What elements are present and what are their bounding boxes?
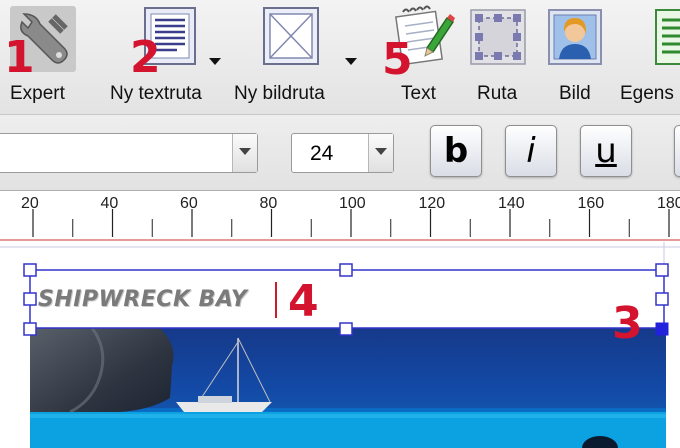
ruler-tick-label: 160 <box>578 195 605 212</box>
textbox-content[interactable]: SHIPWRECK BAY <box>38 287 247 312</box>
document-page[interactable]: SHIPWRECK BAY 4 3 <box>0 242 680 448</box>
ruler-tick-label: 180 <box>657 195 680 212</box>
new-imagebox-label: Ny bildruta <box>234 83 325 104</box>
text-tool-label: Text <box>401 83 436 104</box>
callout-number-2: 2 <box>130 32 161 83</box>
callout-number-1: 1 <box>4 32 35 83</box>
new-imagebox-dropdown-arrow[interactable] <box>345 58 357 65</box>
expert-label: Expert <box>10 83 65 104</box>
italic-button[interactable]: i <box>505 125 557 177</box>
ruler-tick-label: 120 <box>419 195 446 212</box>
format-bar: 24 b i u <box>0 114 680 191</box>
callout-number-4: 4 <box>288 276 319 327</box>
ruler-tick-label: 80 <box>260 195 278 212</box>
new-textbox-dropdown-arrow[interactable] <box>209 58 221 65</box>
chevron-down-icon[interactable] <box>368 134 393 172</box>
ruler-tick-label: 20 <box>21 195 39 212</box>
new-textbox-label: Ny textruta <box>110 83 202 104</box>
underline-button[interactable]: u <box>580 125 632 177</box>
properties-label: Egens <box>620 83 674 104</box>
shipwreck-bay-photo[interactable] <box>30 327 666 448</box>
image-tool-button[interactable]: Bild <box>543 0 608 110</box>
bold-button[interactable]: b <box>430 125 482 177</box>
new-textbox-button[interactable]: Ny textruta <box>105 0 235 110</box>
person-picture-icon <box>547 8 603 66</box>
box-tool-button[interactable]: Ruta <box>465 0 535 110</box>
font-size-value: 24 <box>310 142 334 165</box>
properties-list-icon <box>654 8 680 66</box>
next-format-button[interactable] <box>674 125 680 177</box>
new-imagebox-button[interactable]: Ny bildruta <box>232 0 362 110</box>
ruler-bottom-line <box>0 239 680 241</box>
font-family-select[interactable] <box>0 133 258 173</box>
font-size-select[interactable]: 24 <box>291 133 394 173</box>
horizontal-ruler: 20 40 60 80 100 120 140 160 180 <box>0 190 680 243</box>
callout-number-3: 3 <box>612 298 643 349</box>
ruler-tick-label: 100 <box>339 195 366 212</box>
callout-number-5: 5 <box>382 34 413 85</box>
ruler-tick-label: 140 <box>498 195 525 212</box>
ruler-tick-label: 60 <box>180 195 198 212</box>
main-toolbar: Expert 1 Ny textruta 2 Ny bildruta Text … <box>0 0 680 114</box>
box-tool-label: Ruta <box>477 83 518 104</box>
ruler-tick-label: 40 <box>101 195 119 212</box>
properties-button[interactable]: Egens <box>618 0 680 110</box>
image-tool-label: Bild <box>559 83 591 104</box>
selection-box-icon <box>469 8 527 66</box>
imagebox-icon <box>262 6 320 66</box>
chevron-down-icon[interactable] <box>232 134 257 172</box>
textbox-link-handle[interactable] <box>655 322 669 336</box>
